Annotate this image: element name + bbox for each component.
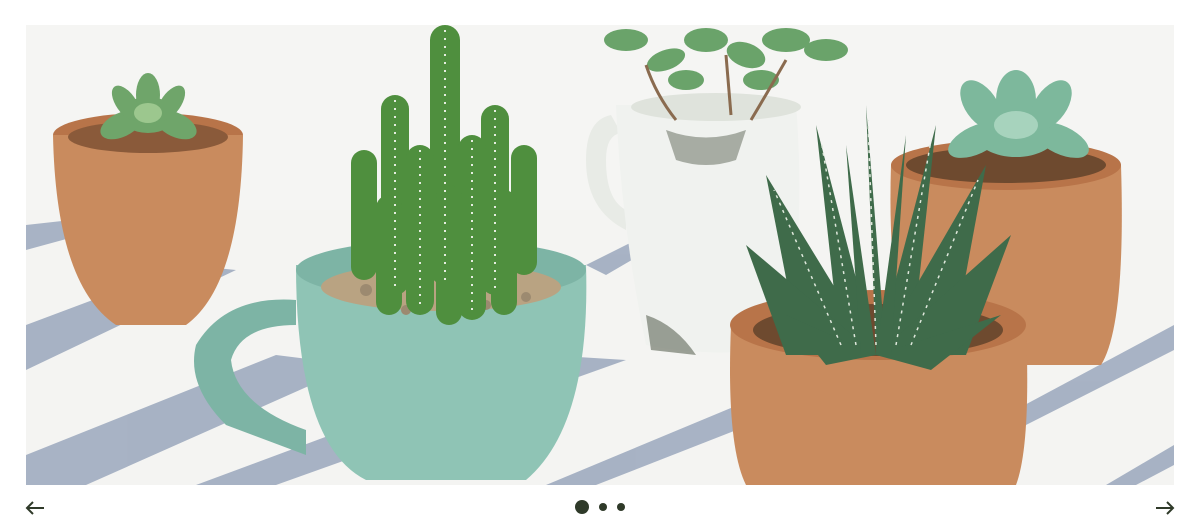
slide-indicators: [0, 500, 1200, 514]
slide-indicator-3[interactable]: [617, 503, 625, 511]
next-slide-button[interactable]: [1150, 494, 1180, 522]
carousel-slide: [26, 25, 1174, 485]
slide-indicator-2[interactable]: [599, 503, 607, 511]
potted-succulents-image: [26, 25, 1174, 485]
image-carousel: [0, 0, 1200, 531]
slide-indicator-1[interactable]: [575, 500, 589, 514]
arrow-right-icon: [1156, 501, 1175, 515]
carousel-controls: [0, 486, 1200, 531]
